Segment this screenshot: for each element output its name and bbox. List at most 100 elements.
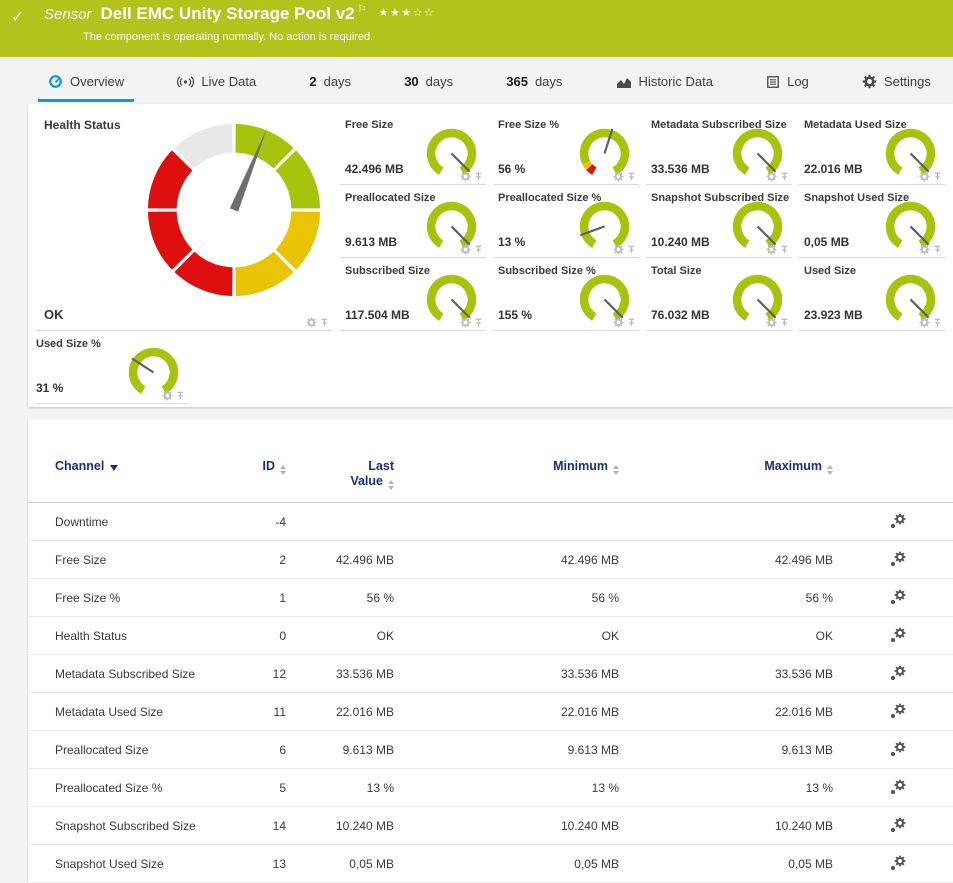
gear-icon[interactable]: [766, 171, 777, 182]
channel-settings-icon[interactable]: [891, 741, 906, 756]
cell-channel[interactable]: Free Size %: [28, 579, 248, 617]
sort-arrows-icon[interactable]: [613, 465, 619, 475]
cell-id: 2: [248, 541, 296, 579]
tab-label: Historic Data: [639, 74, 713, 89]
gauge-tile-snapshot-subscribed-size: Snapshot Subscribed Size10.240 MB: [646, 185, 792, 258]
cell-channel[interactable]: Preallocated Size %: [28, 769, 248, 807]
cell-max: 9.613 MB: [629, 731, 843, 769]
pin-icon[interactable]: [473, 317, 484, 328]
tab-label: Overview: [70, 74, 124, 89]
cell-channel[interactable]: Preallocated Size: [28, 731, 248, 769]
channel-settings-icon[interactable]: [891, 665, 906, 680]
pin-icon[interactable]: [473, 244, 484, 255]
sort-arrows-icon[interactable]: [827, 465, 833, 475]
gear-icon[interactable]: [460, 171, 471, 182]
column-header-max[interactable]: Maximum: [629, 419, 843, 503]
cell-channel[interactable]: Free Size: [28, 541, 248, 579]
cell-tools: [843, 845, 953, 883]
column-header-channel[interactable]: Channel: [28, 419, 248, 503]
cell-min: 0,05 MB: [404, 845, 629, 883]
channel-settings-icon[interactable]: [891, 779, 906, 794]
gauge-tile-preallocated-size: Preallocated Size %13 %: [493, 185, 639, 258]
gear-icon[interactable]: [766, 244, 777, 255]
cell-max: 56 %: [629, 579, 843, 617]
cell-last: 56 %: [296, 579, 404, 617]
column-header-id[interactable]: ID: [248, 419, 296, 503]
gear-icon[interactable]: [613, 244, 624, 255]
flag-icon[interactable]: ⚐: [358, 4, 367, 15]
cell-min: 9.613 MB: [404, 731, 629, 769]
pin-icon[interactable]: [626, 171, 637, 182]
cell-channel[interactable]: Snapshot Subscribed Size: [28, 807, 248, 845]
tab-overview[interactable]: Overview: [38, 62, 134, 104]
gear-icon[interactable]: [766, 317, 777, 328]
tab-log[interactable]: Log: [756, 62, 819, 104]
tab-number: 2: [309, 74, 316, 89]
cell-channel[interactable]: Metadata Used Size: [28, 693, 248, 731]
cell-channel[interactable]: Snapshot Used Size: [28, 845, 248, 883]
cell-id: 12: [248, 655, 296, 693]
pin-icon[interactable]: [932, 244, 943, 255]
table-row: Metadata Subscribed Size1233.536 MB33.53…: [28, 655, 953, 693]
gear-icon[interactable]: [306, 317, 317, 328]
cell-last: 33.536 MB: [296, 655, 404, 693]
cell-last: 0,05 MB: [296, 845, 404, 883]
cell-channel[interactable]: Downtime: [28, 503, 248, 541]
gear-icon[interactable]: [162, 390, 173, 401]
star-rating[interactable]: ★★★☆☆: [379, 6, 436, 19]
gear-icon[interactable]: [919, 244, 930, 255]
channel-settings-icon[interactable]: [891, 551, 906, 566]
gear-icon[interactable]: [460, 244, 471, 255]
health-status-tile: Health Status OK: [36, 112, 332, 331]
sort-arrows-icon[interactable]: [388, 480, 394, 490]
tab-live-data[interactable]: Live Data: [167, 62, 266, 104]
pin-icon[interactable]: [319, 317, 330, 328]
pin-icon[interactable]: [779, 317, 790, 328]
gauge-value: 117.504 MB: [345, 308, 410, 322]
cell-channel[interactable]: Metadata Subscribed Size: [28, 655, 248, 693]
pin-icon[interactable]: [473, 171, 484, 182]
tab-30-days[interactable]: 30days: [394, 62, 463, 104]
cell-max: 13 %: [629, 769, 843, 807]
cell-max: [629, 503, 843, 541]
gear-icon[interactable]: [613, 317, 624, 328]
gear-icon[interactable]: [613, 171, 624, 182]
tab-365-days[interactable]: 365days: [496, 62, 572, 104]
channel-settings-icon[interactable]: [891, 627, 906, 642]
cell-tools: [843, 769, 953, 807]
column-header-last[interactable]: LastValue: [296, 419, 404, 503]
channel-settings-icon[interactable]: [891, 513, 906, 528]
gear-icon[interactable]: [460, 317, 471, 328]
pin-icon[interactable]: [626, 317, 637, 328]
cell-id: 6: [248, 731, 296, 769]
cell-max: 33.536 MB: [629, 655, 843, 693]
tab-historic-data[interactable]: Historic Data: [606, 62, 723, 104]
tab-number: 30: [404, 74, 418, 89]
gauge-value: 155 %: [498, 308, 532, 322]
pin-icon[interactable]: [626, 244, 637, 255]
cell-tools: [843, 731, 953, 769]
gauge-tile-used-size: Used Size23.923 MB: [799, 258, 945, 331]
pin-icon[interactable]: [779, 171, 790, 182]
channel-settings-icon[interactable]: [891, 855, 906, 870]
tab-settings[interactable]: Settings: [852, 62, 941, 104]
table-row: Downtime-4: [28, 503, 953, 541]
sort-arrows-icon[interactable]: [280, 465, 286, 475]
pin-icon[interactable]: [175, 390, 186, 401]
gear-icon[interactable]: [919, 317, 930, 328]
column-label: Value: [350, 474, 383, 488]
channel-settings-icon[interactable]: [891, 589, 906, 604]
pin-icon[interactable]: [779, 244, 790, 255]
table-row: Health Status0OKOKOK: [28, 617, 953, 655]
tab-2-days[interactable]: 2days: [299, 62, 361, 104]
pin-icon[interactable]: [932, 171, 943, 182]
table-row: Snapshot Used Size130,05 MB0,05 MB0,05 M…: [28, 845, 953, 883]
pin-icon[interactable]: [932, 317, 943, 328]
cell-channel[interactable]: Health Status: [28, 617, 248, 655]
gauge-tile-metadata-used-size: Metadata Used Size22.016 MB: [799, 112, 945, 185]
gauge-value: 0,05 MB: [804, 235, 849, 249]
column-header-min[interactable]: Minimum: [404, 419, 629, 503]
gear-icon[interactable]: [919, 171, 930, 182]
channel-settings-icon[interactable]: [891, 703, 906, 718]
cell-id: 11: [248, 693, 296, 731]
